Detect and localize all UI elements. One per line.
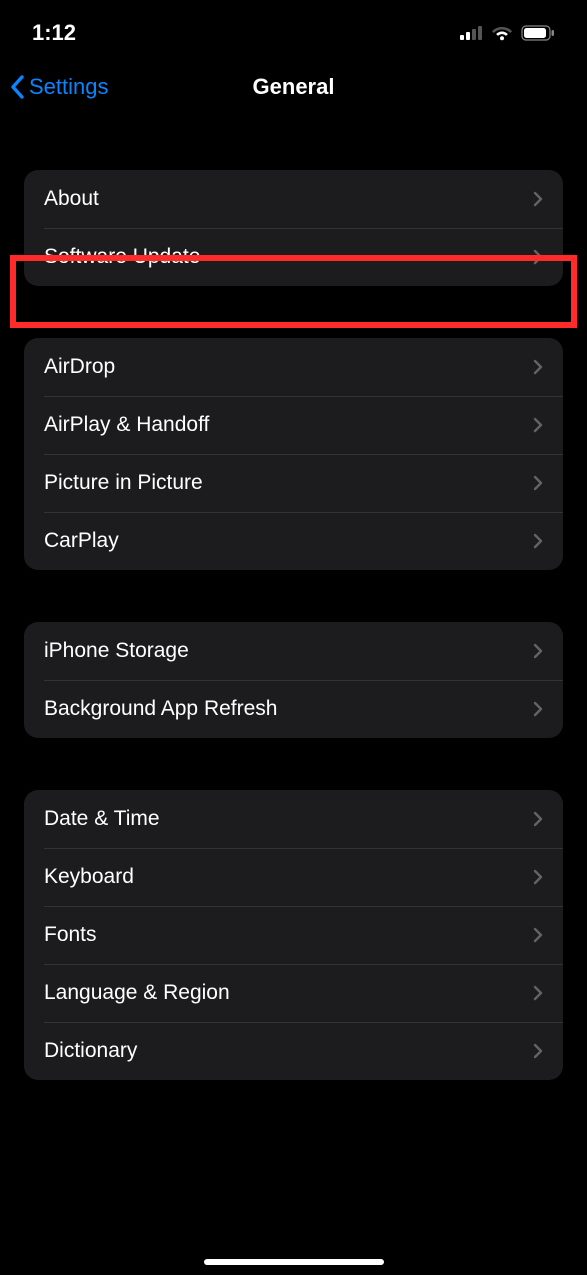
chevron-right-icon [533,811,543,827]
row-airdrop[interactable]: AirDrop [24,338,563,396]
home-indicator[interactable] [204,1259,384,1265]
cellular-signal-icon [460,26,483,40]
chevron-right-icon [533,869,543,885]
row-airplay-handoff[interactable]: AirPlay & Handoff [24,396,563,454]
section-about-software: About Software Update [24,170,563,286]
chevron-right-icon [533,359,543,375]
row-label: Dictionary [44,1039,137,1063]
row-fonts[interactable]: Fonts [24,906,563,964]
status-time: 1:12 [32,20,76,46]
section-airdrop-carplay: AirDrop AirPlay & Handoff Picture in Pic… [24,338,563,570]
row-label: About [44,187,99,211]
row-label: Keyboard [44,865,134,889]
chevron-left-icon [10,75,25,99]
row-software-update[interactable]: Software Update [24,228,563,286]
nav-bar: Settings General [0,60,587,114]
row-background-app-refresh[interactable]: Background App Refresh [24,680,563,738]
row-date-time[interactable]: Date & Time [24,790,563,848]
row-label: iPhone Storage [44,639,189,663]
status-bar: 1:12 [0,0,587,60]
chevron-right-icon [533,1043,543,1059]
row-label: AirPlay & Handoff [44,413,209,437]
chevron-right-icon [533,191,543,207]
row-keyboard[interactable]: Keyboard [24,848,563,906]
chevron-right-icon [533,249,543,265]
wifi-icon [491,25,513,41]
back-label: Settings [29,74,109,100]
row-label: Language & Region [44,981,230,1005]
row-label: Date & Time [44,807,160,831]
section-storage: iPhone Storage Background App Refresh [24,622,563,738]
row-label: CarPlay [44,529,119,553]
section-datetime-dictionary: Date & Time Keyboard Fonts Language & Re… [24,790,563,1080]
chevron-right-icon [533,985,543,1001]
battery-icon [521,25,555,41]
chevron-right-icon [533,927,543,943]
chevron-right-icon [533,643,543,659]
row-label: Picture in Picture [44,471,203,495]
row-language-region[interactable]: Language & Region [24,964,563,1022]
back-button[interactable]: Settings [10,74,109,100]
chevron-right-icon [533,533,543,549]
row-picture-in-picture[interactable]: Picture in Picture [24,454,563,512]
row-iphone-storage[interactable]: iPhone Storage [24,622,563,680]
row-dictionary[interactable]: Dictionary [24,1022,563,1080]
page-title: General [253,74,335,100]
chevron-right-icon [533,417,543,433]
status-icons [460,25,555,41]
chevron-right-icon [533,701,543,717]
row-label: Background App Refresh [44,697,277,721]
row-label: Fonts [44,923,97,947]
row-carplay[interactable]: CarPlay [24,512,563,570]
row-label: Software Update [44,245,200,269]
row-about[interactable]: About [24,170,563,228]
row-label: AirDrop [44,355,115,379]
chevron-right-icon [533,475,543,491]
